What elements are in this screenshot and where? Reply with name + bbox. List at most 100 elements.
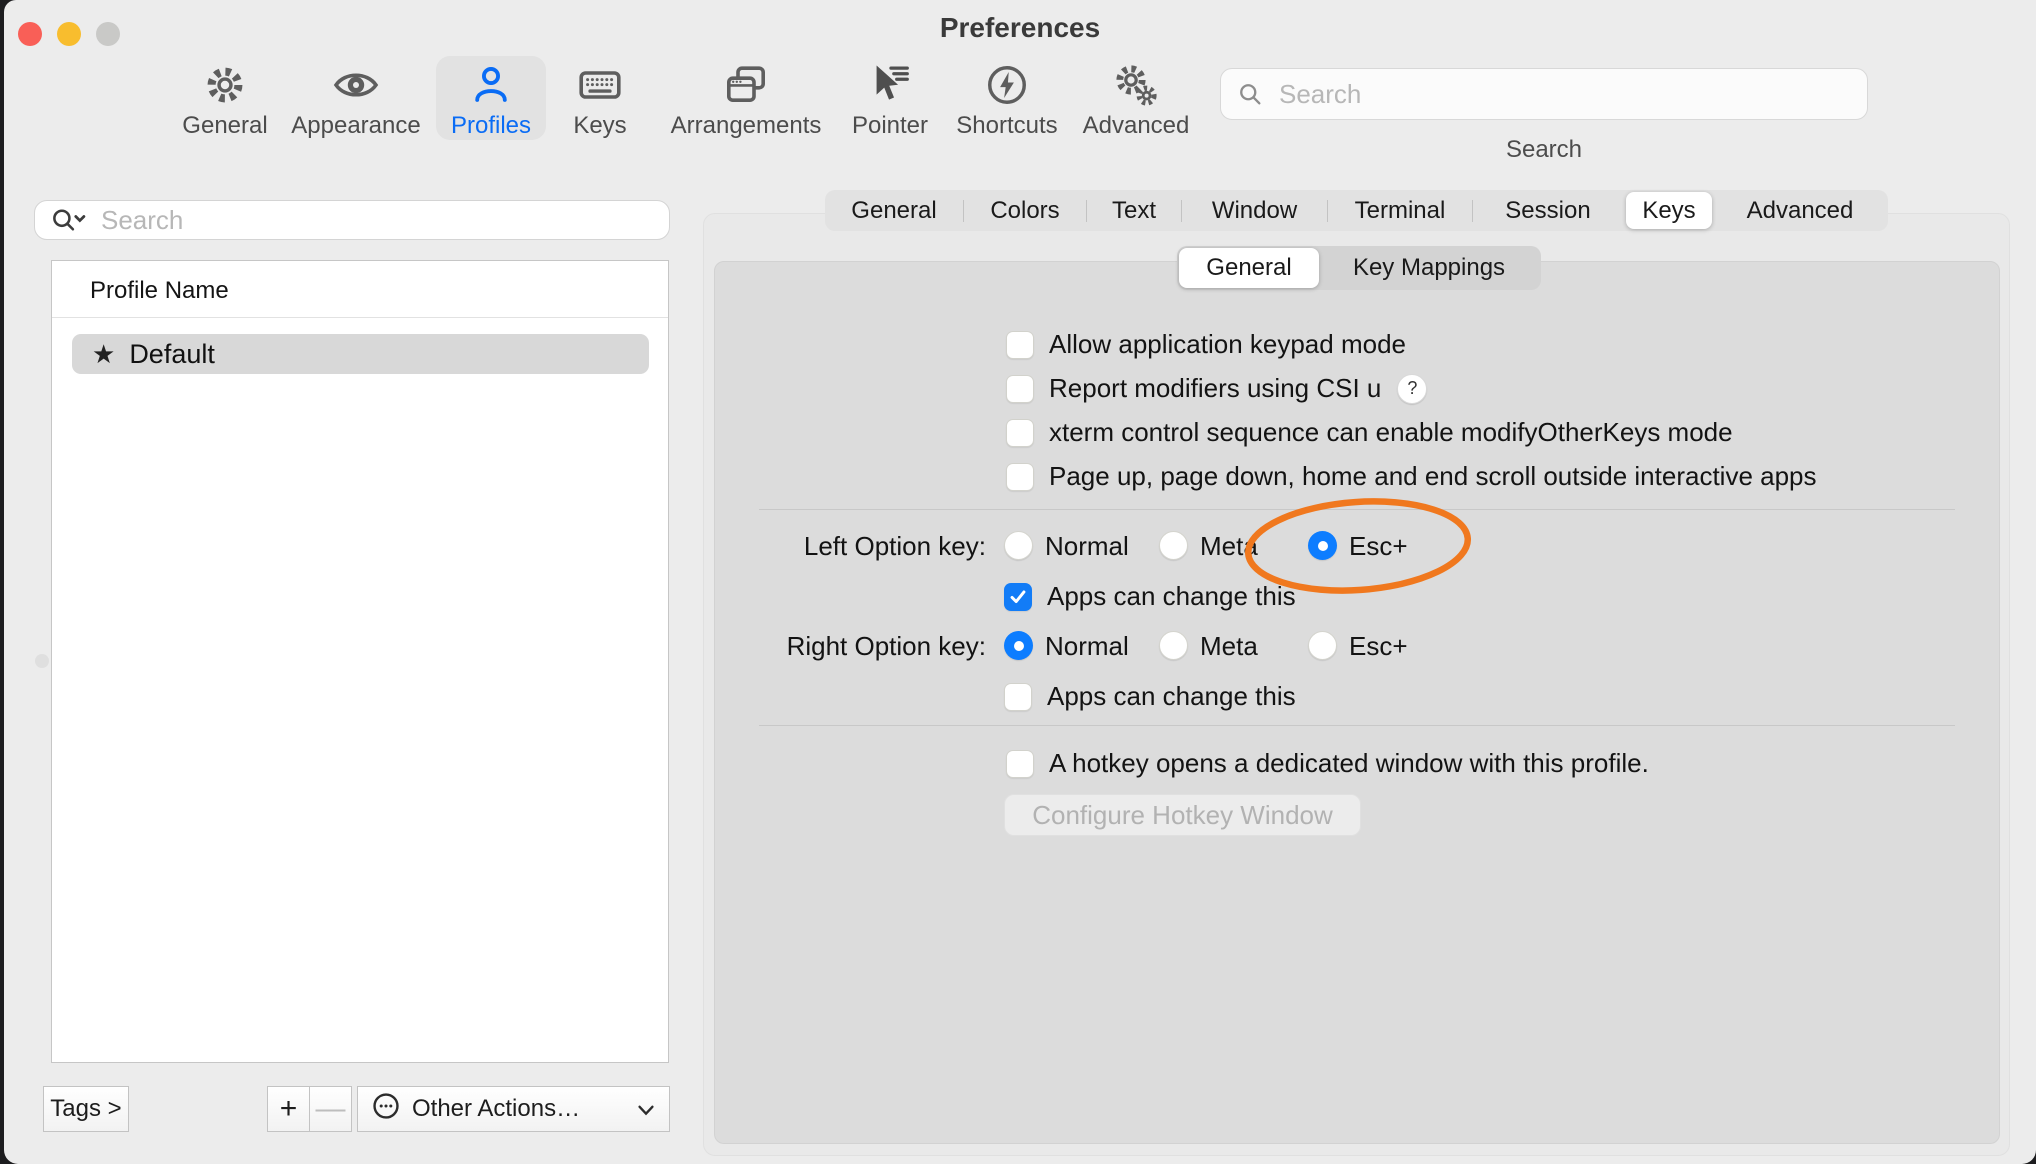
checkbox-label: A hotkey opens a dedicated window with t… xyxy=(1049,748,1649,779)
toolbar-label: Profiles xyxy=(451,112,531,140)
left-option-key-label: Left Option key: xyxy=(636,531,986,562)
divider xyxy=(759,509,1955,510)
add-profile-button[interactable]: + xyxy=(267,1086,310,1132)
checkbox-label: Report modifiers using CSI u xyxy=(1049,373,1381,404)
checkbox-row-apps-change-right[interactable]: Apps can change this xyxy=(1004,681,1296,712)
radio-left-meta[interactable] xyxy=(1159,531,1188,560)
toolbar-label: Keys xyxy=(573,112,626,140)
screen: Preferences General Appearance Profiles xyxy=(0,0,2036,1164)
radio-right-normal[interactable] xyxy=(1004,631,1033,660)
toolbar-item-general[interactable]: General xyxy=(180,56,270,140)
toolbar-search-label: Search xyxy=(1220,136,1868,164)
tab-session[interactable]: Session xyxy=(1473,190,1623,231)
checkbox-label: Allow application keypad mode xyxy=(1049,329,1406,360)
divider xyxy=(759,725,1955,726)
checkbox[interactable] xyxy=(1006,375,1034,403)
other-actions-dropdown[interactable]: Other Actions… xyxy=(357,1086,670,1132)
help-button[interactable]: ? xyxy=(1397,374,1427,404)
checkbox-row-page-scroll[interactable]: Page up, page down, home and end scroll … xyxy=(1006,461,1817,492)
profile-list: Profile Name ★ Default xyxy=(51,260,669,1063)
radio-label: Esc+ xyxy=(1349,531,1408,562)
toolbar-item-arrangements[interactable]: Arrangements xyxy=(676,56,816,140)
tab-terminal[interactable]: Terminal xyxy=(1328,190,1472,231)
checkbox-label: Apps can change this xyxy=(1047,581,1296,612)
ellipsis-circle-icon xyxy=(370,1090,402,1129)
radio-left-normal[interactable] xyxy=(1004,531,1033,560)
checkbox-row-hotkey-window[interactable]: A hotkey opens a dedicated window with t… xyxy=(1006,748,1649,779)
checkbox-row-apps-change-left[interactable]: Apps can change this xyxy=(1004,581,1296,612)
toolbar-label: Arrangements xyxy=(671,112,822,140)
checkbox-checked[interactable] xyxy=(1004,583,1032,611)
right-option-key-label: Right Option key: xyxy=(636,631,986,662)
checkbox-row-modifyotherkeys[interactable]: xterm control sequence can enable modify… xyxy=(1006,417,1733,448)
radio-label: Meta xyxy=(1200,531,1258,562)
radio-right-esc[interactable] xyxy=(1308,631,1337,660)
eye-icon xyxy=(332,60,380,110)
preferences-window: Preferences General Appearance Profiles xyxy=(4,0,2036,1164)
profile-name: Default xyxy=(129,339,215,370)
checkbox[interactable] xyxy=(1006,463,1034,491)
checkbox[interactable] xyxy=(1004,683,1032,711)
radio-label: Normal xyxy=(1045,631,1129,662)
radio-label: Esc+ xyxy=(1349,631,1408,662)
checkbox-label: xterm control sequence can enable modify… xyxy=(1049,417,1733,448)
tab-advanced[interactable]: Advanced xyxy=(1715,190,1885,231)
toolbar-item-shortcuts[interactable]: Shortcuts xyxy=(952,56,1062,140)
toolbar-label: Shortcuts xyxy=(956,112,1057,140)
subtab-general[interactable]: General xyxy=(1179,248,1319,288)
gears-icon xyxy=(1112,60,1160,110)
radio-left-esc[interactable] xyxy=(1308,531,1337,560)
toolbar-item-pointer[interactable]: Pointer xyxy=(845,56,935,140)
chevron-down-icon xyxy=(635,1099,657,1128)
profile-list-header: Profile Name xyxy=(90,277,229,305)
toolbar-label: Advanced xyxy=(1083,112,1190,140)
toolbar-search-input[interactable] xyxy=(1220,68,1868,120)
other-actions-label: Other Actions… xyxy=(412,1095,580,1123)
window-title: Preferences xyxy=(4,12,2036,44)
person-icon xyxy=(468,60,514,110)
tags-button[interactable]: Tags > xyxy=(43,1086,129,1132)
tab-general[interactable]: General xyxy=(825,190,963,231)
checkbox[interactable] xyxy=(1006,419,1034,447)
subtab-key-mappings[interactable]: Key Mappings xyxy=(1321,246,1537,290)
windows-icon xyxy=(722,60,770,110)
keys-subtabs: General Key Mappings xyxy=(1177,246,1541,290)
toolbar-item-appearance[interactable]: Appearance xyxy=(296,56,416,140)
toolbar-item-keys[interactable]: Keys xyxy=(565,56,635,140)
keyboard-icon xyxy=(576,60,624,110)
search-icon xyxy=(1236,80,1264,113)
cursor-icon xyxy=(867,60,913,110)
lightning-icon xyxy=(984,60,1030,110)
profile-tabs: General Colors Text Window Terminal Sess… xyxy=(825,190,1888,231)
window-edge-dot xyxy=(35,654,49,668)
toolbar-label: Appearance xyxy=(291,112,420,140)
profile-search-input[interactable] xyxy=(34,200,670,240)
toolbar-search xyxy=(1220,68,1868,120)
toolbar-item-profiles[interactable]: Profiles xyxy=(436,56,546,140)
profile-search xyxy=(34,200,670,240)
profile-row-default[interactable]: ★ Default xyxy=(72,334,649,374)
gear-icon xyxy=(202,60,248,110)
checkbox[interactable] xyxy=(1006,750,1034,778)
search-menu-icon[interactable] xyxy=(48,206,92,239)
radio-label: Normal xyxy=(1045,531,1129,562)
tab-window[interactable]: Window xyxy=(1182,190,1327,231)
tab-text[interactable]: Text xyxy=(1087,190,1181,231)
radio-label: Meta xyxy=(1200,631,1258,662)
toolbar-label: Pointer xyxy=(852,112,928,140)
radio-right-meta[interactable] xyxy=(1159,631,1188,660)
toolbar-label: General xyxy=(182,112,267,140)
remove-profile-button[interactable]: — xyxy=(309,1086,352,1132)
checkbox-label: Page up, page down, home and end scroll … xyxy=(1049,461,1817,492)
checkbox-label: Apps can change this xyxy=(1047,681,1296,712)
checkbox-row-csi-u[interactable]: Report modifiers using CSI u ? xyxy=(1006,373,1427,404)
checkbox[interactable] xyxy=(1006,331,1034,359)
tab-colors[interactable]: Colors xyxy=(964,190,1086,231)
tab-keys[interactable]: Keys xyxy=(1626,192,1712,229)
divider xyxy=(52,317,668,318)
checkbox-row-keypad-mode[interactable]: Allow application keypad mode xyxy=(1006,329,1406,360)
divider xyxy=(1623,200,1624,222)
star-icon: ★ xyxy=(92,339,115,370)
configure-hotkey-window-button[interactable]: Configure Hotkey Window xyxy=(1004,794,1361,836)
toolbar-item-advanced[interactable]: Advanced xyxy=(1081,56,1191,140)
